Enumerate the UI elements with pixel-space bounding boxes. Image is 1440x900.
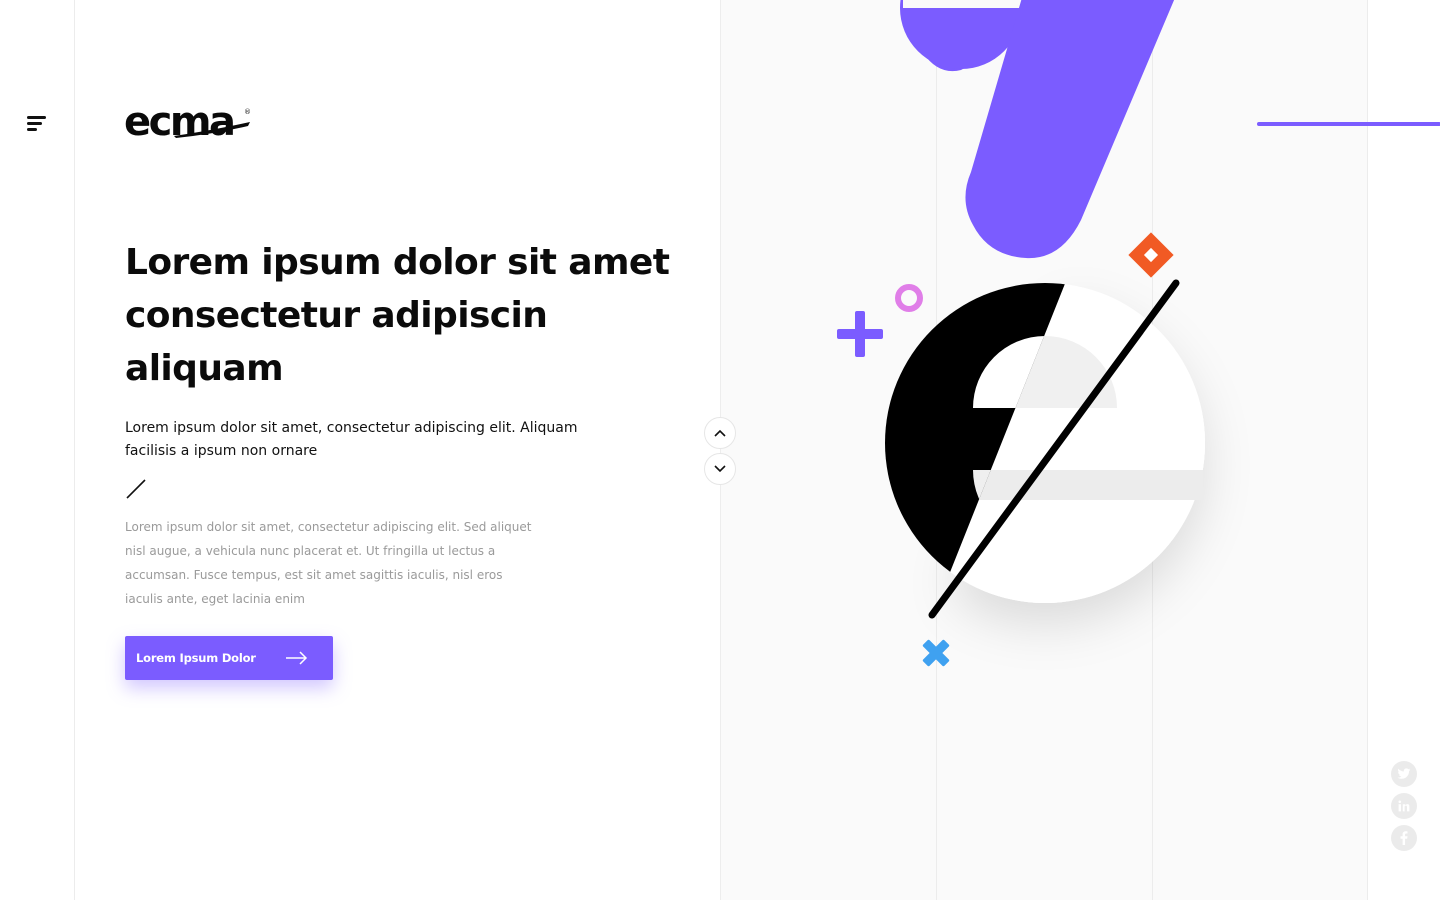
chevron-down-icon: [714, 465, 726, 473]
lead-line: Lorem ipsum dolor sit amet, consectetur …: [125, 420, 578, 436]
body-line: Lorem ipsum dolor sit amet, consectetur …: [125, 520, 532, 534]
headline-line: consectetur adipiscin: [125, 295, 548, 336]
cta-button[interactable]: Lorem Ipsum Dolor: [125, 636, 333, 680]
hero-lead: Lorem ipsum dolor sit amet, consectetur …: [125, 417, 585, 463]
body-line: accumsan. Fusce tempus, est sit amet sag…: [125, 568, 503, 582]
cta-label: Lorem Ipsum Dolor: [136, 651, 256, 665]
page: ecma ® Lorem ipsum dolor sit amet consec…: [0, 0, 1440, 900]
headline-line: Lorem ipsum dolor sit amet: [125, 242, 670, 283]
arrow-right-icon: [286, 651, 308, 665]
hamburger-menu-icon[interactable]: [27, 116, 49, 134]
facebook-icon[interactable]: [1391, 825, 1417, 851]
orange-diamond-shape: [1128, 232, 1174, 278]
artwork-panel: [720, 0, 1440, 900]
purple-plus-icon: [837, 311, 883, 357]
chevron-up-icon: [714, 429, 726, 437]
twitter-icon[interactable]: [1391, 761, 1417, 787]
left-rail: [0, 0, 75, 900]
hero-artwork: [837, 0, 1205, 667]
body-line: iaculis ante, eget lacinia enim: [125, 592, 305, 606]
hero-body-text: Lorem ipsum dolor sit amet, consectetur …: [125, 515, 555, 611]
lead-line: facilisis a ipsum non ornare: [125, 443, 318, 459]
linkedin-icon[interactable]: [1391, 793, 1417, 819]
brand-logo[interactable]: ecma ®: [124, 100, 254, 145]
body-line: nisl augue, a vehicula nunc placerat et.…: [125, 544, 496, 558]
slide-down-button[interactable]: [704, 453, 736, 485]
blue-cross-icon: [922, 639, 950, 667]
accent-line: [1257, 122, 1440, 126]
slide-up-button[interactable]: [704, 417, 736, 449]
slash-divider-icon: [126, 479, 146, 499]
headline-line: aliquam: [125, 348, 284, 389]
logo-swoosh: [174, 122, 250, 138]
logo-registered-mark: ®: [244, 108, 251, 116]
pink-ring-shape: [895, 284, 923, 312]
hero-headline: Lorem ipsum dolor sit amet consectetur a…: [125, 236, 685, 395]
